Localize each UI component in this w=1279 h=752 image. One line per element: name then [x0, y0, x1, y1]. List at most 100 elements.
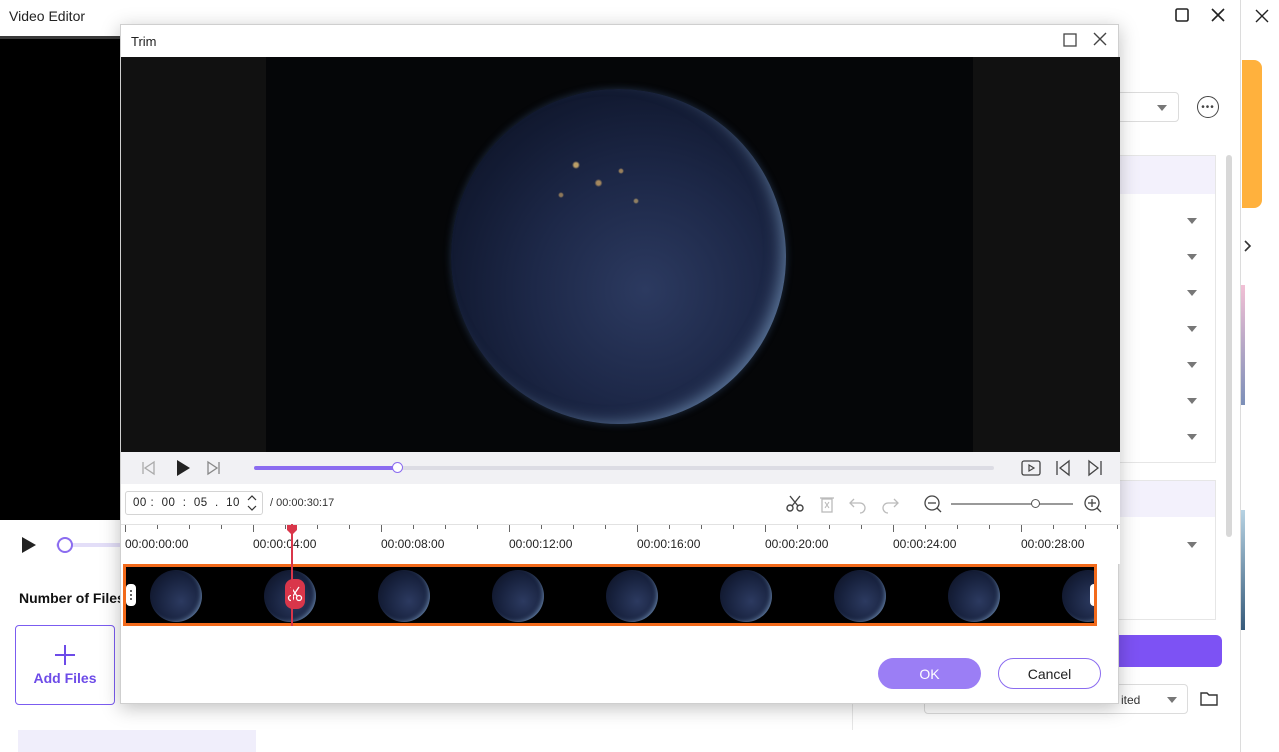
chevron-down-icon[interactable]	[1187, 290, 1197, 296]
background-progress[interactable]	[56, 536, 122, 554]
ruler-tick	[125, 525, 126, 532]
ruler-label: 00:00:16:00	[637, 537, 701, 551]
add-files-button[interactable]: Add Files	[15, 625, 115, 705]
current-time-input[interactable]: 00 : 00 : 05 . 10	[125, 491, 263, 515]
seek-thumb[interactable]	[391, 462, 403, 473]
trim-start-handle[interactable]	[126, 584, 136, 606]
more-icon[interactable]: •••	[1197, 96, 1219, 118]
number-of-files-label: Number of Files	[19, 590, 125, 606]
ruler-tick	[157, 525, 158, 529]
close-icon[interactable]	[1092, 31, 1108, 52]
ruler-tick	[1053, 525, 1054, 529]
scissors-icon[interactable]	[285, 579, 305, 609]
chevron-down-icon[interactable]	[1187, 398, 1197, 404]
ruler-tick	[349, 525, 350, 529]
chevron-down-icon[interactable]	[1187, 254, 1197, 260]
ruler-tick	[957, 525, 958, 529]
seek-bar[interactable]	[254, 462, 994, 473]
preview-icon[interactable]	[1021, 459, 1041, 482]
trim-end-handle[interactable]	[1090, 584, 1094, 606]
ruler-tick	[861, 525, 862, 529]
ruler-tick	[477, 525, 478, 529]
filmstrip-frame	[810, 570, 924, 622]
total-time: / 00:00:30:17	[270, 497, 335, 509]
ruler-tick	[605, 525, 606, 529]
video-preview	[121, 57, 1120, 452]
scissors-icon[interactable]	[785, 494, 805, 519]
add-files-label: Add Files	[33, 670, 97, 686]
video-frame	[266, 57, 973, 452]
go-to-start-icon[interactable]	[1055, 459, 1071, 482]
ruler-tick	[573, 525, 574, 529]
settings-list-header	[1116, 156, 1215, 194]
earth-thumbnail	[378, 570, 430, 622]
ruler-tick	[733, 525, 734, 529]
filmstrip-frame	[924, 570, 1038, 622]
background-play-icon[interactable]	[20, 536, 38, 559]
earth-thumbnail	[150, 570, 202, 622]
format-select[interactable]	[1116, 92, 1179, 122]
city-lights	[531, 129, 681, 249]
convert-button[interactable]	[1116, 635, 1222, 667]
chevron-down-icon[interactable]	[1187, 218, 1197, 224]
redo-icon[interactable]	[880, 494, 900, 519]
ruler-tick	[253, 525, 254, 532]
ruler-tick	[413, 525, 414, 529]
background-strip	[18, 730, 256, 752]
zoom-slider-thumb[interactable]	[1031, 499, 1041, 508]
filmstrip[interactable]	[123, 564, 1097, 626]
ruler-tick	[797, 525, 798, 529]
cancel-button[interactable]: Cancel	[998, 658, 1101, 689]
chevron-down-icon[interactable]	[1187, 362, 1197, 368]
time-stepper[interactable]	[244, 493, 260, 513]
chevron-down-icon	[1157, 105, 1167, 111]
ruler-tick	[1085, 525, 1086, 529]
earth-thumbnail	[606, 570, 658, 622]
delete-icon[interactable]	[818, 494, 836, 519]
player-controls	[121, 452, 1120, 484]
chevron-down-icon	[1167, 697, 1177, 703]
zoom-out-icon[interactable]	[923, 494, 943, 519]
close-icon[interactable]	[1208, 5, 1228, 25]
ruler-tick	[509, 525, 510, 532]
undo-icon[interactable]	[848, 494, 868, 519]
chevron-right-icon[interactable]	[1244, 240, 1252, 255]
time-toolbar: 00 : 00 : 05 . 10 / 00:00:30:17	[121, 484, 1120, 524]
filmstrip-frame	[354, 570, 468, 622]
ruler-label: 00:00:20:00	[765, 537, 829, 551]
side-thumbnail	[1241, 510, 1245, 630]
maximize-icon[interactable]	[1172, 5, 1192, 25]
go-to-end-icon[interactable]	[1087, 459, 1103, 482]
ruler-tick	[541, 525, 542, 529]
earth-image	[451, 89, 786, 424]
folder-icon[interactable]	[1200, 690, 1218, 711]
play-icon[interactable]	[174, 459, 192, 482]
prev-frame-icon[interactable]	[141, 460, 157, 481]
filmstrip-frame	[126, 570, 240, 622]
outer-close-icon[interactable]	[1252, 6, 1272, 26]
timeline-ruler[interactable]: 00:00:00:00 00:00:04:00 00:00:08:00 00:00:1…	[121, 524, 1120, 564]
maximize-icon[interactable]	[1063, 33, 1077, 52]
ok-button[interactable]: OK	[878, 658, 981, 689]
ruler-tick	[829, 525, 830, 529]
ruler-tick	[893, 525, 894, 532]
ruler-tick	[317, 525, 318, 529]
settings-list-2-header	[1116, 481, 1215, 517]
trim-titlebar: Trim	[121, 25, 1118, 57]
scrollbar[interactable]	[1226, 155, 1232, 537]
chevron-down-icon[interactable]	[1187, 326, 1197, 332]
ruler-tick	[701, 525, 702, 529]
plus-icon	[55, 645, 75, 665]
chevron-down-icon[interactable]	[1187, 434, 1197, 440]
zoom-in-icon[interactable]	[1083, 494, 1103, 519]
promo-tab[interactable]	[1242, 60, 1262, 208]
next-frame-icon[interactable]	[205, 460, 221, 481]
ruler-label: 00:00:24:00	[893, 537, 957, 551]
chevron-down-icon[interactable]	[1187, 542, 1197, 548]
earth-thumbnail	[834, 570, 886, 622]
filmstrip-frame	[582, 570, 696, 622]
ruler-tick	[989, 525, 990, 529]
ruler-label: 00:00:00:00	[125, 537, 189, 551]
zoom-slider[interactable]	[951, 499, 1073, 508]
ruler-tick	[381, 525, 382, 532]
